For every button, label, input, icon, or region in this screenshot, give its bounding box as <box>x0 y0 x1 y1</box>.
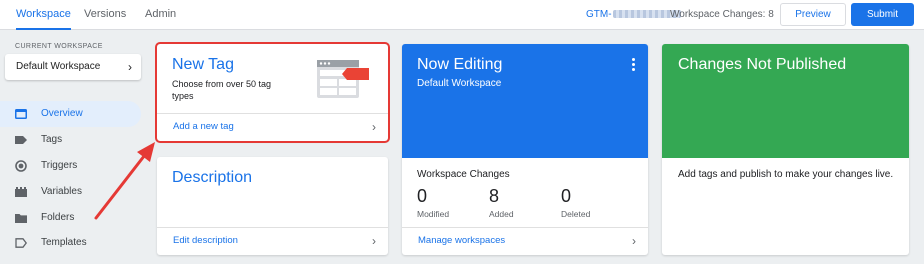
tab-admin[interactable]: Admin <box>145 0 176 30</box>
sidebar-item-label: Tags <box>41 134 63 145</box>
container-id-prefix: GTM- <box>586 9 612 20</box>
manage-workspaces-link[interactable]: Manage workspaces › <box>402 227 648 255</box>
overview-icon <box>15 109 27 119</box>
stat-deleted: 0 Deleted <box>561 186 590 219</box>
stat-modified: 0 Modified <box>417 186 449 219</box>
now-editing-workspace: Default Workspace <box>417 78 502 89</box>
edit-description-link[interactable]: Edit description › <box>157 227 388 255</box>
sidebar-item-triggers[interactable]: Triggers <box>0 153 141 179</box>
sidebar-item-label: Triggers <box>41 160 78 171</box>
new-tag-card[interactable]: New Tag Choose from over 50 tag types Ad… <box>155 42 390 143</box>
chevron-right-icon: › <box>372 120 376 134</box>
sidebar-item-label: Folders <box>41 212 75 223</box>
stat-value: 8 <box>489 186 500 206</box>
sidebar-item-overview[interactable]: Overview <box>0 101 141 127</box>
sidebar-item-label: Overview <box>41 108 83 119</box>
submit-button[interactable]: Submit <box>851 3 914 26</box>
sidebar-item-templates[interactable]: Templates <box>0 230 141 256</box>
tag-illustration-icon <box>317 60 369 98</box>
template-icon <box>15 238 27 248</box>
tag-icon <box>15 136 27 144</box>
workspace-selector[interactable]: Default Workspace › <box>5 54 141 80</box>
manage-workspaces-label: Manage workspaces <box>418 235 506 246</box>
changes-not-published-card: Changes Not Published Add tags and publi… <box>662 44 909 255</box>
stat-added: 8 Added <box>489 186 514 219</box>
trigger-icon <box>15 160 27 172</box>
now-editing-card: Now Editing Default Workspace Workspace … <box>402 44 648 255</box>
add-new-tag-link[interactable]: Add a new tag › <box>157 113 388 141</box>
sidebar-item-label: Templates <box>41 237 87 248</box>
sidebar-item-tags[interactable]: Tags <box>0 127 141 153</box>
folder-icon <box>15 214 27 223</box>
stat-value: 0 <box>561 186 572 206</box>
sidebar-item-folders[interactable]: Folders <box>0 205 141 231</box>
more-options-icon[interactable] <box>632 58 636 73</box>
stat-label: Modified <box>417 209 450 219</box>
chevron-right-icon: › <box>632 234 636 248</box>
new-tag-subtitle: Choose from over 50 tag types <box>172 79 272 101</box>
stat-label: Added <box>489 209 514 219</box>
edit-description-label: Edit description <box>173 235 238 246</box>
add-new-tag-label: Add a new tag <box>173 121 234 132</box>
description-card: Description Edit description › <box>157 157 388 255</box>
workspace-changes-title: Workspace Changes <box>417 169 510 180</box>
now-editing-header: Now Editing Default Workspace <box>402 44 648 158</box>
chevron-right-icon: › <box>128 60 132 74</box>
current-workspace-label: CURRENT WORKSPACE <box>15 43 103 50</box>
workspace-selector-name: Default Workspace <box>16 61 101 72</box>
not-published-message: Add tags and publish to make your change… <box>678 169 894 180</box>
description-title: Description <box>172 169 253 186</box>
now-editing-title: Now Editing <box>417 56 503 73</box>
tab-workspace[interactable]: Workspace <box>16 0 71 30</box>
new-tag-title: New Tag <box>172 56 234 73</box>
tab-versions[interactable]: Versions <box>84 0 126 30</box>
chevron-right-icon: › <box>372 234 376 248</box>
variables-icon <box>15 187 27 197</box>
sidebar-item-label: Variables <box>41 186 82 197</box>
not-published-header: Changes Not Published <box>662 44 909 158</box>
sidebar-item-variables[interactable]: Variables <box>0 179 141 205</box>
stat-value: 0 <box>417 186 428 206</box>
stat-label: Deleted <box>561 209 591 219</box>
container-id[interactable]: GTM- <box>586 0 681 29</box>
top-bar: Workspace Versions Admin GTM- Workspace … <box>0 0 924 30</box>
preview-button[interactable]: Preview <box>780 3 846 26</box>
workspace-changes-count: Workspace Changes: 8 <box>670 9 774 20</box>
not-published-title: Changes Not Published <box>678 56 847 73</box>
